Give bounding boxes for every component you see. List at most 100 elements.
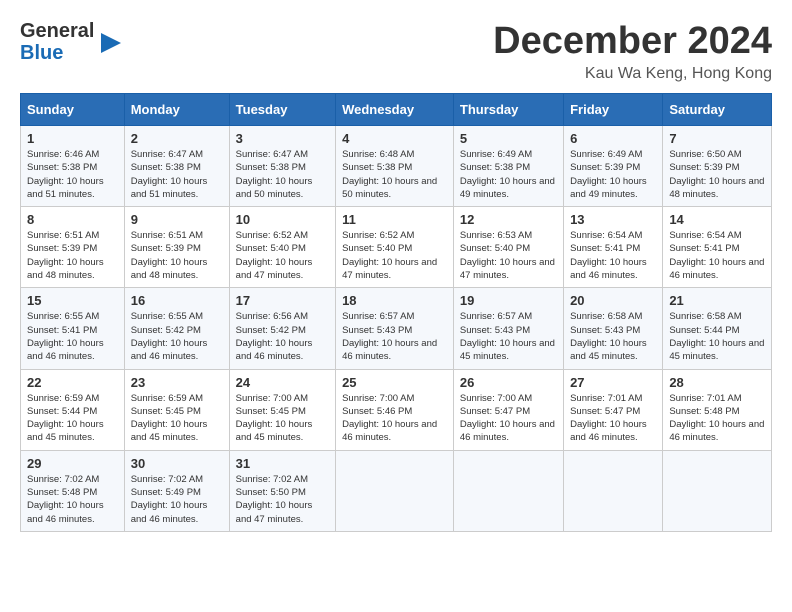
- day-info: Sunrise: 6:59 AMSunset: 5:45 PMDaylight:…: [131, 393, 208, 444]
- calendar-cell: 5 Sunrise: 6:49 AMSunset: 5:38 PMDayligh…: [453, 126, 563, 207]
- calendar-cell: 23 Sunrise: 6:59 AMSunset: 5:45 PMDaylig…: [124, 369, 229, 450]
- calendar-cell: 2 Sunrise: 6:47 AMSunset: 5:38 PMDayligh…: [124, 126, 229, 207]
- day-info: Sunrise: 6:49 AMSunset: 5:39 PMDaylight:…: [570, 149, 647, 200]
- day-number: 15: [27, 293, 118, 308]
- calendar-cell: 14 Sunrise: 6:54 AMSunset: 5:41 PMDaylig…: [663, 207, 772, 288]
- day-info: Sunrise: 6:52 AMSunset: 5:40 PMDaylight:…: [236, 230, 313, 281]
- calendar-cell: 25 Sunrise: 7:00 AMSunset: 5:46 PMDaylig…: [336, 369, 454, 450]
- day-info: Sunrise: 6:49 AMSunset: 5:38 PMDaylight:…: [460, 149, 555, 200]
- calendar-cell: 12 Sunrise: 6:53 AMSunset: 5:40 PMDaylig…: [453, 207, 563, 288]
- calendar-cell: 29 Sunrise: 7:02 AMSunset: 5:48 PMDaylig…: [21, 450, 125, 531]
- day-number: 29: [27, 456, 118, 471]
- col-sunday: Sunday: [21, 94, 125, 126]
- day-info: Sunrise: 6:48 AMSunset: 5:38 PMDaylight:…: [342, 149, 437, 200]
- day-info: Sunrise: 6:57 AMSunset: 5:43 PMDaylight:…: [342, 311, 437, 362]
- calendar-cell: 15 Sunrise: 6:55 AMSunset: 5:41 PMDaylig…: [21, 288, 125, 369]
- day-number: 23: [131, 375, 223, 390]
- day-number: 3: [236, 131, 329, 146]
- calendar-cell: 4 Sunrise: 6:48 AMSunset: 5:38 PMDayligh…: [336, 126, 454, 207]
- day-info: Sunrise: 6:51 AMSunset: 5:39 PMDaylight:…: [131, 230, 208, 281]
- calendar-subtitle: Kau Wa Keng, Hong Kong: [493, 65, 772, 83]
- day-number: 16: [131, 293, 223, 308]
- day-info: Sunrise: 6:50 AMSunset: 5:39 PMDaylight:…: [669, 149, 764, 200]
- calendar-cell: 19 Sunrise: 6:57 AMSunset: 5:43 PMDaylig…: [453, 288, 563, 369]
- day-number: 21: [669, 293, 765, 308]
- day-number: 26: [460, 375, 557, 390]
- calendar-cell: 24 Sunrise: 7:00 AMSunset: 5:45 PMDaylig…: [229, 369, 335, 450]
- day-number: 9: [131, 212, 223, 227]
- page-header: General Blue December 2024 Kau Wa Keng, …: [20, 20, 772, 83]
- col-wednesday: Wednesday: [336, 94, 454, 126]
- calendar-cell: 1 Sunrise: 6:46 AMSunset: 5:38 PMDayligh…: [21, 126, 125, 207]
- title-section: December 2024 Kau Wa Keng, Hong Kong: [493, 20, 772, 83]
- day-info: Sunrise: 6:51 AMSunset: 5:39 PMDaylight:…: [27, 230, 104, 281]
- day-info: Sunrise: 7:02 AMSunset: 5:49 PMDaylight:…: [131, 474, 208, 525]
- calendar-cell: 28 Sunrise: 7:01 AMSunset: 5:48 PMDaylig…: [663, 369, 772, 450]
- calendar-cell: [453, 450, 563, 531]
- day-number: 22: [27, 375, 118, 390]
- day-info: Sunrise: 6:54 AMSunset: 5:41 PMDaylight:…: [669, 230, 764, 281]
- calendar-week-row: 29 Sunrise: 7:02 AMSunset: 5:48 PMDaylig…: [21, 450, 772, 531]
- col-saturday: Saturday: [663, 94, 772, 126]
- calendar-cell: [336, 450, 454, 531]
- day-info: Sunrise: 6:55 AMSunset: 5:42 PMDaylight:…: [131, 311, 208, 362]
- calendar-cell: 30 Sunrise: 7:02 AMSunset: 5:49 PMDaylig…: [124, 450, 229, 531]
- day-info: Sunrise: 6:54 AMSunset: 5:41 PMDaylight:…: [570, 230, 647, 281]
- day-info: Sunrise: 7:02 AMSunset: 5:50 PMDaylight:…: [236, 474, 313, 525]
- col-friday: Friday: [564, 94, 663, 126]
- day-info: Sunrise: 7:01 AMSunset: 5:47 PMDaylight:…: [570, 393, 647, 444]
- day-number: 27: [570, 375, 656, 390]
- day-info: Sunrise: 6:52 AMSunset: 5:40 PMDaylight:…: [342, 230, 437, 281]
- calendar-cell: 11 Sunrise: 6:52 AMSunset: 5:40 PMDaylig…: [336, 207, 454, 288]
- day-number: 14: [669, 212, 765, 227]
- calendar-week-row: 22 Sunrise: 6:59 AMSunset: 5:44 PMDaylig…: [21, 369, 772, 450]
- col-thursday: Thursday: [453, 94, 563, 126]
- day-number: 10: [236, 212, 329, 227]
- day-number: 28: [669, 375, 765, 390]
- day-number: 6: [570, 131, 656, 146]
- calendar-cell: 6 Sunrise: 6:49 AMSunset: 5:39 PMDayligh…: [564, 126, 663, 207]
- day-number: 4: [342, 131, 447, 146]
- calendar-week-row: 8 Sunrise: 6:51 AMSunset: 5:39 PMDayligh…: [21, 207, 772, 288]
- day-number: 13: [570, 212, 656, 227]
- calendar-table: Sunday Monday Tuesday Wednesday Thursday…: [20, 93, 772, 532]
- calendar-cell: [663, 450, 772, 531]
- calendar-header-row: Sunday Monday Tuesday Wednesday Thursday…: [21, 94, 772, 126]
- day-number: 20: [570, 293, 656, 308]
- calendar-cell: 27 Sunrise: 7:01 AMSunset: 5:47 PMDaylig…: [564, 369, 663, 450]
- day-number: 17: [236, 293, 329, 308]
- day-info: Sunrise: 6:46 AMSunset: 5:38 PMDaylight:…: [27, 149, 104, 200]
- day-info: Sunrise: 6:47 AMSunset: 5:38 PMDaylight:…: [236, 149, 313, 200]
- calendar-cell: 3 Sunrise: 6:47 AMSunset: 5:38 PMDayligh…: [229, 126, 335, 207]
- calendar-cell: 8 Sunrise: 6:51 AMSunset: 5:39 PMDayligh…: [21, 207, 125, 288]
- calendar-title: December 2024: [493, 20, 772, 63]
- day-info: Sunrise: 7:00 AMSunset: 5:47 PMDaylight:…: [460, 393, 555, 444]
- day-number: 31: [236, 456, 329, 471]
- day-number: 12: [460, 212, 557, 227]
- calendar-cell: [564, 450, 663, 531]
- logo: General Blue: [20, 20, 125, 64]
- day-number: 5: [460, 131, 557, 146]
- calendar-cell: 17 Sunrise: 6:56 AMSunset: 5:42 PMDaylig…: [229, 288, 335, 369]
- day-info: Sunrise: 6:47 AMSunset: 5:38 PMDaylight:…: [131, 149, 208, 200]
- calendar-cell: 22 Sunrise: 6:59 AMSunset: 5:44 PMDaylig…: [21, 369, 125, 450]
- day-number: 2: [131, 131, 223, 146]
- day-number: 7: [669, 131, 765, 146]
- calendar-cell: 7 Sunrise: 6:50 AMSunset: 5:39 PMDayligh…: [663, 126, 772, 207]
- day-number: 24: [236, 375, 329, 390]
- calendar-cell: 13 Sunrise: 6:54 AMSunset: 5:41 PMDaylig…: [564, 207, 663, 288]
- day-number: 18: [342, 293, 447, 308]
- calendar-cell: 26 Sunrise: 7:00 AMSunset: 5:47 PMDaylig…: [453, 369, 563, 450]
- day-number: 30: [131, 456, 223, 471]
- day-number: 8: [27, 212, 118, 227]
- day-number: 25: [342, 375, 447, 390]
- day-info: Sunrise: 7:01 AMSunset: 5:48 PMDaylight:…: [669, 393, 764, 444]
- day-info: Sunrise: 6:59 AMSunset: 5:44 PMDaylight:…: [27, 393, 104, 444]
- day-number: 1: [27, 131, 118, 146]
- calendar-week-row: 15 Sunrise: 6:55 AMSunset: 5:41 PMDaylig…: [21, 288, 772, 369]
- day-info: Sunrise: 7:00 AMSunset: 5:45 PMDaylight:…: [236, 393, 313, 444]
- calendar-cell: 16 Sunrise: 6:55 AMSunset: 5:42 PMDaylig…: [124, 288, 229, 369]
- day-info: Sunrise: 6:58 AMSunset: 5:44 PMDaylight:…: [669, 311, 764, 362]
- calendar-cell: 21 Sunrise: 6:58 AMSunset: 5:44 PMDaylig…: [663, 288, 772, 369]
- col-tuesday: Tuesday: [229, 94, 335, 126]
